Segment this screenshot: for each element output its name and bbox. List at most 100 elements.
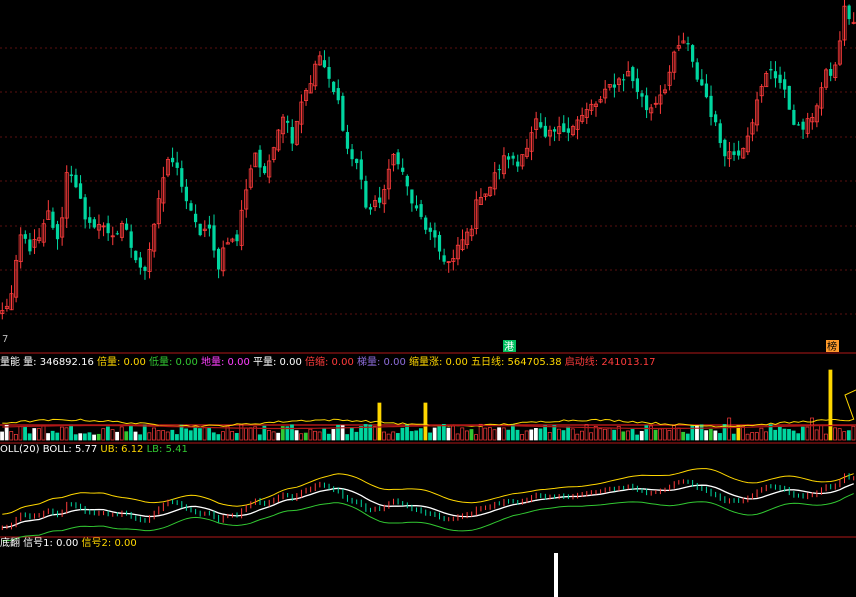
candle — [488, 186, 493, 197]
volume-bar — [267, 430, 271, 441]
candle — [332, 81, 336, 95]
candle — [138, 251, 142, 275]
candle — [207, 215, 212, 237]
volume-bar — [718, 433, 722, 441]
candle — [773, 61, 778, 88]
volume-bar — [630, 429, 635, 441]
volume-bar — [299, 433, 304, 441]
boll-middle-band — [2, 483, 854, 529]
candle — [501, 147, 506, 179]
volume-indicator-label-item: 量能 — [0, 355, 20, 368]
volume-bar — [9, 431, 14, 441]
candle — [801, 118, 805, 139]
candle — [419, 199, 423, 220]
signal-indicator-label-item: 底翻 — [0, 536, 20, 549]
candle — [483, 193, 488, 201]
candle — [51, 207, 55, 230]
candle — [267, 154, 272, 184]
candle — [258, 145, 262, 178]
candle — [263, 163, 267, 175]
candle — [562, 115, 566, 133]
volume-bar — [271, 431, 276, 441]
volume-bar — [451, 425, 455, 441]
volume-bar — [161, 430, 166, 441]
candle — [691, 44, 695, 68]
volume-bar — [510, 424, 515, 441]
volume-bar — [354, 431, 359, 441]
candle — [101, 222, 106, 237]
candle — [709, 85, 713, 126]
candle — [589, 99, 594, 115]
candle — [842, 0, 847, 46]
candle — [248, 164, 253, 190]
volume-bar — [372, 426, 377, 441]
candle — [368, 203, 373, 215]
candle — [143, 265, 147, 280]
marker-right: 榜 — [827, 340, 837, 353]
volume-bar — [828, 369, 833, 441]
candle — [607, 84, 612, 91]
candle — [253, 152, 258, 168]
candle — [714, 110, 718, 127]
candle — [225, 237, 230, 245]
candle — [686, 36, 690, 52]
volume-bar — [239, 424, 244, 441]
volume-bar — [731, 433, 736, 441]
volume-bar — [64, 427, 69, 441]
candle — [198, 223, 202, 237]
candle — [355, 158, 359, 170]
candle — [359, 151, 363, 190]
candle — [796, 121, 801, 126]
candle — [681, 32, 686, 44]
candle — [184, 179, 188, 210]
volume-bar — [529, 429, 534, 441]
candle — [612, 73, 616, 98]
candle — [723, 138, 727, 167]
volume-bar — [36, 428, 41, 441]
candle — [271, 146, 276, 163]
volume-bar — [290, 424, 294, 441]
volume-bar — [474, 434, 478, 441]
candle — [539, 113, 543, 129]
volume-bar — [308, 428, 313, 441]
candle — [308, 75, 313, 94]
candle — [755, 91, 760, 132]
volume-bar — [603, 428, 607, 441]
candle — [732, 142, 736, 161]
volume-bar — [455, 433, 460, 441]
volume-bar — [791, 430, 796, 441]
volume-bar — [621, 431, 626, 441]
candle — [851, 12, 856, 25]
volume-bar — [165, 431, 170, 441]
volume-bar — [198, 428, 202, 441]
candle — [83, 194, 87, 229]
volume-bar — [326, 433, 331, 441]
volume-bar — [759, 427, 764, 441]
marker-left: 港 — [504, 341, 514, 353]
candle — [327, 56, 331, 88]
volume-bar — [487, 427, 492, 441]
candle — [437, 231, 442, 260]
volume-bar — [722, 424, 727, 441]
stock-chart-canvas[interactable]: 量能 量: 346892.16 倍量: 0.00 低量: 0.00 地量: 0.… — [0, 0, 856, 597]
volume-bar — [672, 425, 676, 441]
candle — [524, 138, 529, 159]
volume-bar — [23, 427, 27, 441]
volume-bar — [782, 428, 787, 441]
volume-bar — [741, 425, 745, 441]
volume-bar — [515, 429, 520, 441]
candle — [727, 141, 732, 167]
volume-bar — [837, 428, 842, 441]
volume-bar — [745, 433, 750, 441]
candle — [230, 237, 235, 243]
candle — [631, 65, 635, 89]
volume-bar — [0, 431, 4, 441]
candle — [290, 119, 294, 152]
candle — [401, 158, 405, 175]
volume-bar — [635, 434, 640, 441]
boll-indicator-label-item: LB: 5.41 — [143, 444, 187, 455]
volume-bar — [184, 428, 189, 441]
signal-spike — [554, 553, 558, 597]
volume-bar — [175, 434, 179, 441]
boll-indicator-label-item: OLL(20) — [0, 444, 40, 455]
